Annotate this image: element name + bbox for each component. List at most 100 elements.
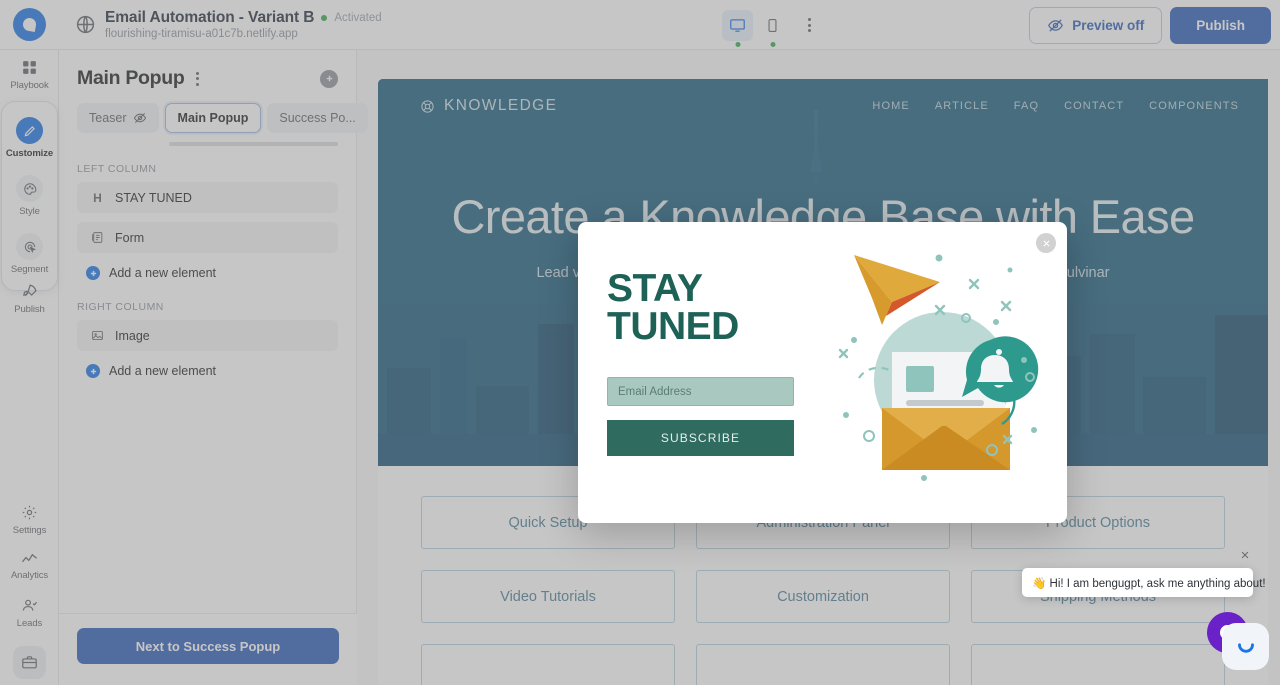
site-brand[interactable]: KNOWLEDGE <box>420 97 557 115</box>
rail-bottom-group: Settings Analytics Leads <box>0 495 59 679</box>
add-element-right-column[interactable]: Add a new element <box>77 360 338 382</box>
rail-item-analytics[interactable]: Analytics <box>0 543 59 588</box>
subscribe-button[interactable]: SUBSCRIBE <box>607 420 794 457</box>
tab-teaser-label: Teaser <box>89 111 127 125</box>
popup-builder-app: Email Automation - Variant B Activated f… <box>0 0 1280 685</box>
site-navigation: KNOWLEDGE HOME ARTICLE FAQ CONTACT COMPO… <box>378 79 1268 133</box>
element-stay-tuned[interactable]: H STAY TUNED <box>77 182 338 213</box>
chat-greeting-bubble[interactable]: 👋 Hi! I am bengugpt, ask me anything abo… <box>1022 568 1266 597</box>
add-page-button[interactable] <box>320 69 338 88</box>
desktop-active-dot <box>735 41 740 47</box>
email-input[interactable]: Email Address <box>607 377 794 407</box>
card-placeholder[interactable] <box>421 644 675 685</box>
next-to-success-popup-button[interactable]: Next to Success Popup <box>77 628 339 664</box>
popup-close-button[interactable] <box>1036 233 1056 253</box>
add-element-left-label: Add a new element <box>109 266 217 280</box>
panel-header: Main Popup <box>59 50 356 90</box>
rail-item-customize[interactable]: Customize <box>2 108 57 166</box>
rail-label-leads: Leads <box>16 618 43 629</box>
add-element-left-column[interactable]: Add a new element <box>77 262 338 284</box>
rail-item-publish[interactable]: Publish <box>0 274 59 322</box>
desktop-view-button[interactable] <box>722 9 753 47</box>
nav-contact[interactable]: CONTACT <box>1064 100 1124 112</box>
line-chart-icon <box>21 553 37 563</box>
tab-teaser[interactable]: Teaser <box>77 103 159 133</box>
chat-close-button[interactable] <box>1240 549 1250 563</box>
site-menu: HOME ARTICLE FAQ CONTACT COMPONENTS <box>872 100 1251 112</box>
page-title: Main Popup <box>77 67 185 89</box>
site-brand-label: KNOWLEDGE <box>444 97 558 114</box>
left-nav-rail: Playbook Customize Style Segment Publish… <box>0 50 59 685</box>
rail-item-style[interactable]: Style <box>2 166 57 224</box>
kebab-menu-icon <box>807 18 811 21</box>
top-bar: Email Automation - Variant B Activated f… <box>0 0 1280 50</box>
add-element-right-label: Add a new element <box>109 364 217 378</box>
close-icon <box>1042 239 1050 247</box>
user-icon <box>22 599 38 611</box>
publish-button[interactable]: Publish <box>1170 6 1271 44</box>
rail-label-settings: Settings <box>12 525 47 536</box>
heading-icon: H <box>93 190 102 205</box>
email-newsletter-illustration <box>838 254 1039 481</box>
element-form-label: Form <box>115 230 145 245</box>
email-input-placeholder: Email Address <box>618 385 692 398</box>
globe-icon <box>76 15 95 34</box>
element-stay-tuned-label: STAY TUNED <box>115 190 192 205</box>
left-column-label: LEFT COLUMN <box>77 163 157 175</box>
desktop-icon <box>730 18 745 32</box>
element-image-label: Image <box>115 328 150 343</box>
card-video-tutorials[interactable]: Video Tutorials <box>421 570 675 623</box>
popup-heading-line1: STAY <box>607 267 703 310</box>
nav-home[interactable]: HOME <box>872 100 909 112</box>
popup-illustration <box>822 222 1067 523</box>
rail-label-customize: Customize <box>5 148 54 159</box>
rail-item-settings[interactable]: Settings <box>0 495 59 543</box>
preview-toggle-button[interactable]: Preview off <box>1029 6 1163 44</box>
mobile-view-button[interactable] <box>757 10 788 47</box>
grid-icon <box>23 61 36 74</box>
target-cursor-icon <box>16 233 43 260</box>
popup-heading-line2: TUNED <box>607 305 739 349</box>
campaign-title: Email Automation - Variant B <box>105 9 315 26</box>
rail-label-publish: Publish <box>14 304 45 315</box>
rail-label-style: Style <box>19 206 40 217</box>
card-row <box>421 644 1225 685</box>
workspace-button[interactable] <box>13 646 46 679</box>
mobile-active-dot <box>770 41 775 47</box>
eye-off-icon <box>1048 18 1064 32</box>
tab-main-popup[interactable]: Main Popup <box>164 103 262 133</box>
page-tabs: Teaser Main Popup Success Po... <box>59 90 368 133</box>
rail-item-leads[interactable]: Leads <box>0 588 59 636</box>
panel-more-menu-button[interactable] <box>189 68 207 90</box>
plus-circle-icon <box>86 364 100 378</box>
nav-components[interactable]: COMPONENTS <box>1149 100 1239 112</box>
top-bar-actions: Preview off Publish <box>1029 0 1271 50</box>
chat-greeting-text: 👋 Hi! I am bengugpt, ask me anything abo… <box>1032 577 1266 590</box>
chat-launcher[interactable] <box>1207 612 1269 670</box>
editor-panel: Main Popup Teaser Main Popup Success Po.… <box>59 50 368 685</box>
stay-tuned-popup: STAY TUNED Email Address SUBSCRIBE <box>578 222 1067 523</box>
campaign-url: flourishing-tiramisu-a01c7b.netlify.app <box>105 28 298 40</box>
card-customization[interactable]: Customization <box>696 570 950 623</box>
card-placeholder[interactable] <box>696 644 950 685</box>
app-logo[interactable] <box>0 0 59 50</box>
nav-article[interactable]: ARTICLE <box>935 100 989 112</box>
top-more-menu-button[interactable] <box>796 12 822 38</box>
mobile-icon <box>768 18 777 32</box>
eye-off-icon <box>133 112 146 124</box>
element-image[interactable]: Image <box>77 320 338 351</box>
pencil-icon <box>16 117 43 144</box>
tab-success-popup[interactable]: Success Po... <box>267 103 368 133</box>
nav-faq[interactable]: FAQ <box>1014 100 1039 112</box>
element-form[interactable]: Form <box>77 222 338 253</box>
right-column-label: RIGHT COLUMN <box>77 301 164 313</box>
optimonk-logo-icon <box>13 8 46 41</box>
palette-icon <box>16 175 43 202</box>
lifebuoy-icon <box>421 99 434 113</box>
rail-label-analytics: Analytics <box>10 570 49 581</box>
device-toggle-group <box>722 0 822 50</box>
panel-footer: Next to Success Popup <box>59 613 357 685</box>
card-placeholder[interactable] <box>971 644 1225 685</box>
rail-item-playbook[interactable]: Playbook <box>0 50 59 98</box>
plus-circle-icon <box>326 75 332 82</box>
